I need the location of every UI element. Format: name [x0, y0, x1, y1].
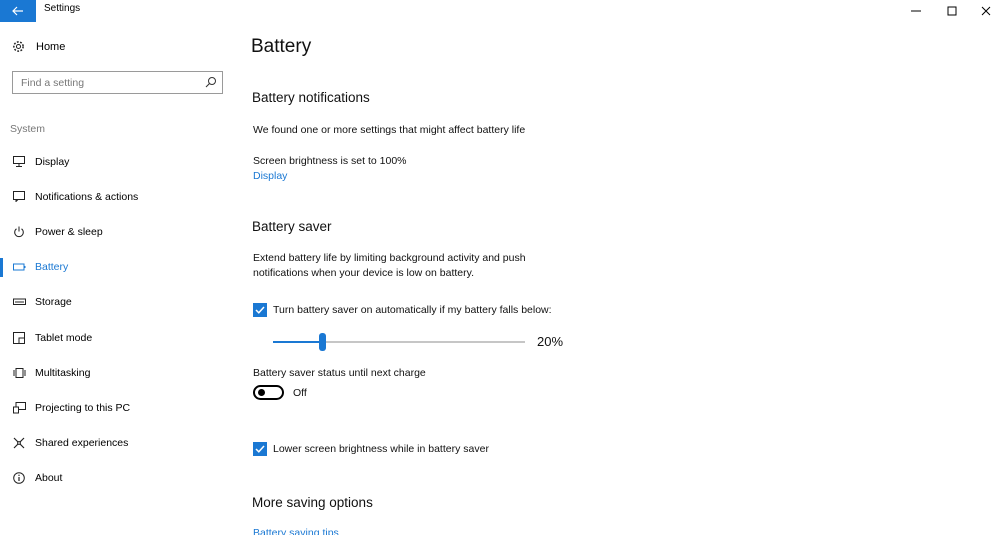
lower-brightness-checkbox-row[interactable]: Lower screen brightness while in battery… [253, 442, 489, 456]
sidebar-item-shared-experiences[interactable]: Shared experiences [0, 426, 232, 461]
saver-status-toggle-label: Off [293, 386, 307, 399]
lower-brightness-label: Lower screen brightness while in battery… [273, 443, 489, 455]
sidebar-item-label: Projecting to this PC [35, 401, 131, 414]
saver-status-toggle-row: Off [253, 385, 307, 400]
home-label: Home [36, 40, 66, 53]
sidebar: Home System Display Notifications & acti… [0, 22, 232, 535]
sidebar-item-label: Power & sleep [35, 225, 103, 238]
page-title: Battery [251, 36, 312, 57]
auto-saver-checkbox[interactable] [253, 303, 267, 317]
battery-saver-heading: Battery saver [252, 219, 332, 234]
more-saving-options-heading: More saving options [252, 495, 373, 510]
sidebar-item-about[interactable]: About [0, 461, 232, 496]
sidebar-item-label: Battery [35, 261, 69, 274]
sidebar-item-label: Shared experiences [35, 437, 129, 450]
saver-status-toggle[interactable] [253, 385, 284, 400]
sidebar-item-home[interactable]: Home [12, 40, 65, 53]
sidebar-nav: Display Notifications & actions Power & … [0, 144, 232, 496]
sidebar-item-storage[interactable]: Storage [0, 285, 232, 320]
close-icon [981, 6, 991, 16]
monitor-icon [12, 155, 26, 169]
sidebar-item-multitasking[interactable]: Multitasking [0, 355, 232, 390]
gear-icon [13, 41, 24, 52]
notifications-description: We found one or more settings that might… [253, 124, 526, 136]
maximize-icon [947, 6, 957, 16]
shared-experiences-icon [12, 436, 26, 450]
slider-thumb[interactable] [319, 333, 326, 351]
sidebar-item-label: Storage [35, 296, 72, 309]
main-content: Battery Battery notifications We found o… [251, 22, 991, 535]
minimize-icon [911, 10, 921, 12]
back-arrow-icon [12, 6, 23, 16]
sidebar-item-power-sleep[interactable]: Power & sleep [0, 214, 232, 249]
search-icon[interactable] [205, 76, 217, 88]
projecting-icon [12, 401, 26, 415]
saver-description-line1: Extend battery life by limiting backgrou… [253, 252, 526, 264]
title-bar: Settings [0, 0, 1000, 22]
battery-notifications-heading: Battery notifications [252, 90, 370, 105]
sidebar-item-label: Tablet mode [35, 331, 93, 344]
saver-description-line2: notifications when your device is low on… [253, 267, 475, 279]
threshold-value: 20% [537, 334, 564, 349]
sidebar-item-tablet-mode[interactable]: Tablet mode [0, 320, 232, 355]
sidebar-item-label: Notifications & actions [35, 190, 139, 203]
sidebar-item-battery[interactable]: Battery [0, 250, 232, 285]
lower-brightness-checkbox[interactable] [253, 442, 267, 456]
maximize-button[interactable] [934, 0, 970, 22]
display-link[interactable]: Display [253, 170, 287, 182]
sidebar-item-label: About [35, 472, 63, 485]
sidebar-item-notifications[interactable]: Notifications & actions [0, 179, 232, 214]
close-button[interactable] [968, 0, 1000, 22]
auto-saver-checkbox-row[interactable]: Turn battery saver on automatically if m… [253, 303, 552, 317]
search-input[interactable] [21, 76, 201, 90]
minimize-button[interactable] [898, 0, 934, 22]
section-label-system: System [10, 123, 46, 135]
sidebar-item-label: Multitasking [35, 366, 91, 379]
brightness-status-text: Screen brightness is set to 100% [253, 155, 407, 167]
app-title: Settings [44, 3, 81, 14]
search-box[interactable] [12, 71, 223, 94]
threshold-slider[interactable] [273, 333, 525, 351]
notifications-icon [12, 190, 26, 204]
checkmark-icon [255, 306, 265, 314]
auto-saver-label: Turn battery saver on automatically if m… [273, 304, 552, 316]
battery-saving-tips-link[interactable]: Battery saving tips [253, 527, 339, 535]
checkmark-icon [255, 445, 265, 453]
sidebar-item-projecting[interactable]: Projecting to this PC [0, 390, 232, 425]
battery-icon [12, 260, 26, 274]
info-icon [12, 471, 26, 485]
saver-status-label: Battery saver status until next charge [253, 367, 426, 379]
power-icon [12, 225, 26, 239]
multitasking-icon [12, 366, 26, 380]
sidebar-item-display[interactable]: Display [0, 144, 232, 179]
sidebar-item-label: Display [35, 155, 70, 168]
toggle-knob [258, 389, 265, 396]
tablet-icon [12, 331, 26, 345]
slider-fill [273, 341, 323, 343]
back-button[interactable] [0, 0, 36, 22]
storage-icon [12, 295, 26, 309]
